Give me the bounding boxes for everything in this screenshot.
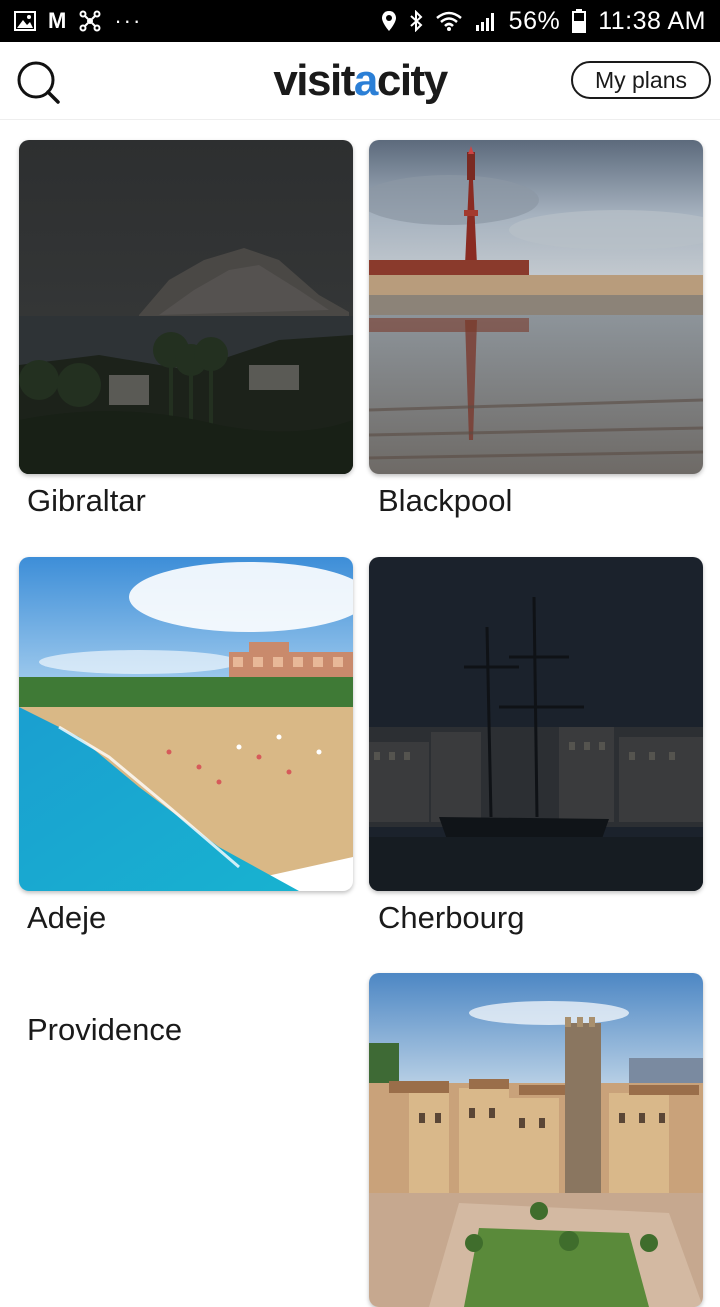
- wifi-icon: [435, 10, 463, 32]
- city-name: Cherbourg: [378, 900, 525, 935]
- status-bar-left: M ···: [14, 8, 142, 34]
- status-bar: M ··· 56% 11:38 AM: [0, 0, 720, 42]
- logo-accent: a: [353, 56, 378, 105]
- status-bar-right: 56% 11:38 AM: [381, 7, 706, 36]
- city-card-cherbourg[interactable]: Cherbourg: [369, 557, 703, 947]
- signal-icon: [475, 10, 497, 32]
- city-image-sixth: [369, 973, 703, 1307]
- battery-icon: [572, 9, 587, 33]
- gallery-icon: [14, 11, 36, 31]
- battery-percent: 56%: [508, 6, 561, 35]
- network-icon: [78, 10, 102, 32]
- bluetooth-icon: [409, 10, 423, 32]
- city-card-adeje[interactable]: Adeje: [19, 557, 353, 947]
- city-name: Blackpool: [378, 483, 513, 518]
- gmail-icon: M: [48, 8, 67, 33]
- logo-suffix: city: [376, 56, 448, 105]
- city-card-blackpool[interactable]: Blackpool: [369, 140, 703, 530]
- city-name: Gibraltar: [27, 483, 146, 518]
- city-image-adeje: [19, 557, 353, 891]
- city-card-providence[interactable]: Providence: [19, 1000, 353, 1060]
- location-icon: [381, 10, 397, 32]
- city-name: Adeje: [27, 900, 107, 935]
- more-dots-icon: ···: [114, 8, 143, 33]
- city-card-sixth[interactable]: [369, 973, 703, 1307]
- city-card-gibraltar[interactable]: Gibraltar: [19, 140, 353, 530]
- app-header: visitacity My plans: [0, 42, 720, 120]
- city-image-cherbourg: [369, 557, 703, 891]
- city-image-gibraltar: [19, 140, 353, 474]
- my-plans-button[interactable]: My plans: [571, 61, 711, 99]
- city-name: Providence: [27, 1012, 183, 1047]
- logo-prefix: visit: [273, 56, 355, 105]
- clock: 11:38 AM: [598, 6, 706, 35]
- city-image-blackpool: [369, 140, 703, 474]
